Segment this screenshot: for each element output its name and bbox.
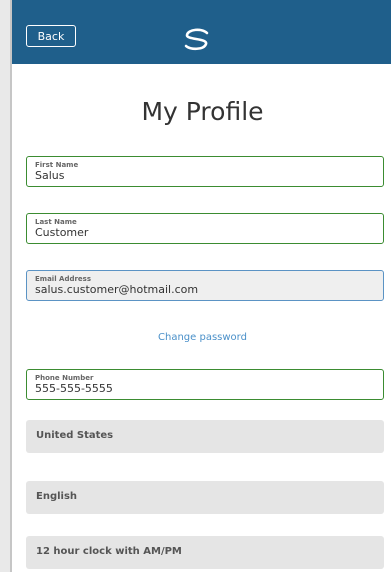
app-header: Back	[12, 0, 391, 64]
last-name-label: Last Name	[35, 218, 77, 226]
email-label: Email Address	[35, 275, 92, 283]
clock-format-value: 12 hour clock with AM/PM	[36, 546, 182, 557]
phone-field[interactable]: Phone Number 555-555-5555	[26, 369, 384, 400]
email-field[interactable]: Email Address salus.customer@hotmail.com	[26, 270, 384, 301]
last-name-value: Customer	[35, 226, 89, 239]
phone-label: Phone Number	[35, 374, 94, 382]
change-password-link[interactable]: Change password	[12, 332, 391, 343]
country-value: United States	[36, 430, 114, 441]
phone-value: 555-555-5555	[35, 382, 113, 395]
page-title: My Profile	[141, 97, 264, 126]
language-select[interactable]: English	[26, 481, 384, 514]
country-select[interactable]: United States	[26, 420, 384, 453]
swirl-logo-icon	[180, 27, 216, 53]
first-name-label: First Name	[35, 161, 79, 169]
clock-format-select[interactable]: 12 hour clock with AM/PM	[26, 536, 384, 569]
first-name-field[interactable]: First Name Salus	[26, 156, 384, 187]
back-button[interactable]: Back	[26, 25, 76, 47]
profile-screen: Back My Profile First Name Salus Last Na…	[10, 0, 391, 572]
last-name-field[interactable]: Last Name Customer	[26, 213, 384, 244]
language-value: English	[36, 491, 78, 502]
first-name-value: Salus	[35, 169, 65, 182]
email-value: salus.customer@hotmail.com	[35, 283, 199, 296]
